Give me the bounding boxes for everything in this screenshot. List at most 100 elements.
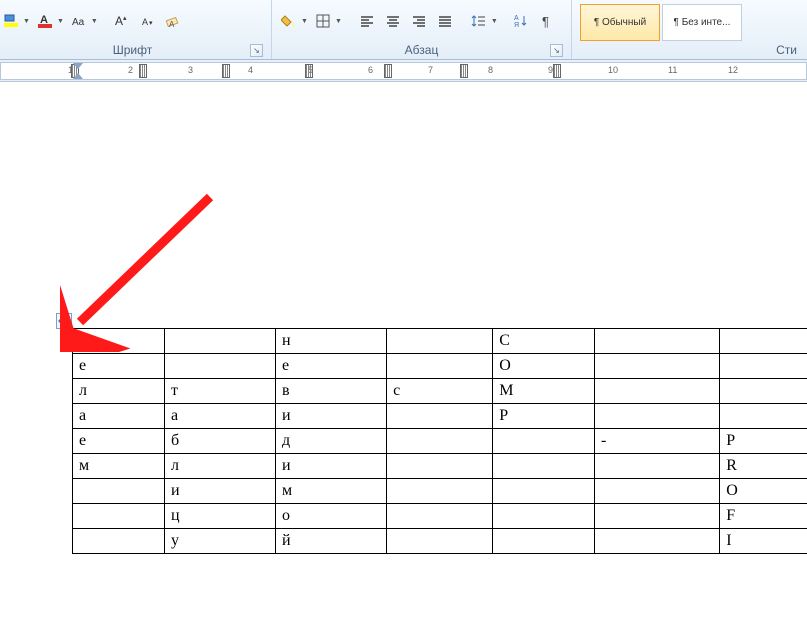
- table-cell[interactable]: [595, 529, 720, 554]
- table-cell[interactable]: а: [164, 404, 275, 429]
- borders-button[interactable]: ▼: [312, 11, 342, 31]
- ruler-number: 2: [128, 65, 133, 75]
- document-area[interactable]: ДнСееОлтвсМааиРебд-РмлиRимOцоFуйI: [0, 82, 807, 625]
- table-cell[interactable]: т: [164, 379, 275, 404]
- styles-group: ¶ Обычный¶ Без инте... Сти: [572, 0, 807, 59]
- table-cell[interactable]: [387, 329, 493, 354]
- table-cell[interactable]: [595, 454, 720, 479]
- shading-button[interactable]: ▼: [278, 11, 308, 31]
- table-cell[interactable]: [595, 379, 720, 404]
- table-cell[interactable]: [387, 529, 493, 554]
- font-dialog-launcher[interactable]: ↘: [250, 44, 263, 57]
- style-item-1[interactable]: ¶ Без инте...: [662, 4, 742, 41]
- document-table[interactable]: ДнСееОлтвсМааиРебд-РмлиRимOцоFуйI: [72, 328, 807, 554]
- table-cell[interactable]: [493, 479, 595, 504]
- table-cell[interactable]: [493, 454, 595, 479]
- table-cell[interactable]: [387, 479, 493, 504]
- table-row: ееО: [73, 354, 807, 379]
- table-cell[interactable]: [595, 354, 720, 379]
- table-cell[interactable]: [720, 379, 807, 404]
- change-case-icon: Aa: [71, 13, 87, 29]
- table-cell[interactable]: и: [164, 479, 275, 504]
- table-cell[interactable]: Р: [720, 429, 807, 454]
- table-cell[interactable]: [73, 529, 165, 554]
- table-cell[interactable]: м: [73, 454, 165, 479]
- table-cell[interactable]: [595, 329, 720, 354]
- ruler-number: 6: [368, 65, 373, 75]
- table-cell[interactable]: М: [493, 379, 595, 404]
- table-cell[interactable]: [387, 404, 493, 429]
- table-cell[interactable]: [493, 429, 595, 454]
- table-cell[interactable]: [493, 504, 595, 529]
- horizontal-ruler[interactable]: 123456789101112: [0, 60, 807, 82]
- table-cell[interactable]: [720, 354, 807, 379]
- table-cell[interactable]: [73, 479, 165, 504]
- table-cell[interactable]: л: [164, 454, 275, 479]
- font-color-button[interactable]: A ▼: [34, 11, 64, 31]
- table-cell[interactable]: [595, 504, 720, 529]
- align-center-button[interactable]: [382, 11, 404, 31]
- sort-button[interactable]: АЯ: [510, 11, 532, 31]
- show-marks-button[interactable]: ¶: [536, 11, 558, 31]
- table-cell[interactable]: [720, 404, 807, 429]
- table-cell[interactable]: R: [720, 454, 807, 479]
- table-cell[interactable]: [387, 454, 493, 479]
- table-cell[interactable]: I: [720, 529, 807, 554]
- table-cell[interactable]: б: [164, 429, 275, 454]
- align-right-button[interactable]: [408, 11, 430, 31]
- table-cell[interactable]: и: [276, 404, 387, 429]
- table-cell[interactable]: Р: [493, 404, 595, 429]
- table-cell[interactable]: F: [720, 504, 807, 529]
- hanging-indent-marker[interactable]: [73, 73, 83, 79]
- line-spacing-button[interactable]: ▼: [468, 11, 498, 31]
- change-case-button[interactable]: Aa ▼: [68, 11, 98, 31]
- table-cell[interactable]: и: [276, 454, 387, 479]
- chevron-down-icon: ▼: [335, 18, 342, 25]
- ruler-column-marker[interactable]: [222, 64, 230, 78]
- table-cell[interactable]: й: [276, 529, 387, 554]
- ruler-column-marker[interactable]: [460, 64, 468, 78]
- table-cell[interactable]: е: [276, 354, 387, 379]
- table-cell[interactable]: -: [595, 429, 720, 454]
- first-line-indent-marker[interactable]: [73, 63, 83, 69]
- shrink-font-button[interactable]: A▾: [136, 11, 158, 31]
- clear-formatting-button[interactable]: A: [162, 11, 184, 31]
- table-cell[interactable]: [595, 404, 720, 429]
- table-cell[interactable]: с: [387, 379, 493, 404]
- table-cell[interactable]: е: [73, 429, 165, 454]
- table-cell[interactable]: о: [276, 504, 387, 529]
- ruler-column-marker[interactable]: [139, 64, 147, 78]
- align-left-button[interactable]: [356, 11, 378, 31]
- highlight-color-button[interactable]: ▼: [0, 11, 30, 31]
- table-cell[interactable]: н: [276, 329, 387, 354]
- table-cell[interactable]: O: [720, 479, 807, 504]
- table-cell[interactable]: [387, 429, 493, 454]
- table-cell[interactable]: С: [493, 329, 595, 354]
- table-cell[interactable]: О: [493, 354, 595, 379]
- ruler-column-marker[interactable]: [305, 64, 313, 78]
- table-cell[interactable]: [73, 504, 165, 529]
- table-cell[interactable]: [387, 504, 493, 529]
- ruler-column-marker[interactable]: [384, 64, 392, 78]
- table-cell[interactable]: [387, 354, 493, 379]
- table-cell[interactable]: л: [73, 379, 165, 404]
- table-cell[interactable]: е: [73, 354, 165, 379]
- table-cell[interactable]: д: [276, 429, 387, 454]
- chevron-down-icon: ▼: [91, 18, 98, 25]
- table-cell[interactable]: в: [276, 379, 387, 404]
- table-cell[interactable]: у: [164, 529, 275, 554]
- table-row: ааиР: [73, 404, 807, 429]
- table-cell[interactable]: [493, 529, 595, 554]
- align-justify-button[interactable]: [434, 11, 456, 31]
- paragraph-dialog-launcher[interactable]: ↘: [550, 44, 563, 57]
- style-item-0[interactable]: ¶ Обычный: [580, 4, 660, 41]
- grow-font-button[interactable]: A▴: [110, 11, 132, 31]
- table-cell[interactable]: ц: [164, 504, 275, 529]
- styles-group-label: Сти: [578, 43, 801, 59]
- table-cell[interactable]: [164, 354, 275, 379]
- table-cell[interactable]: а: [73, 404, 165, 429]
- table-cell[interactable]: м: [276, 479, 387, 504]
- table-cell[interactable]: [595, 479, 720, 504]
- ruler-column-marker[interactable]: [553, 64, 561, 78]
- table-cell[interactable]: [720, 329, 807, 354]
